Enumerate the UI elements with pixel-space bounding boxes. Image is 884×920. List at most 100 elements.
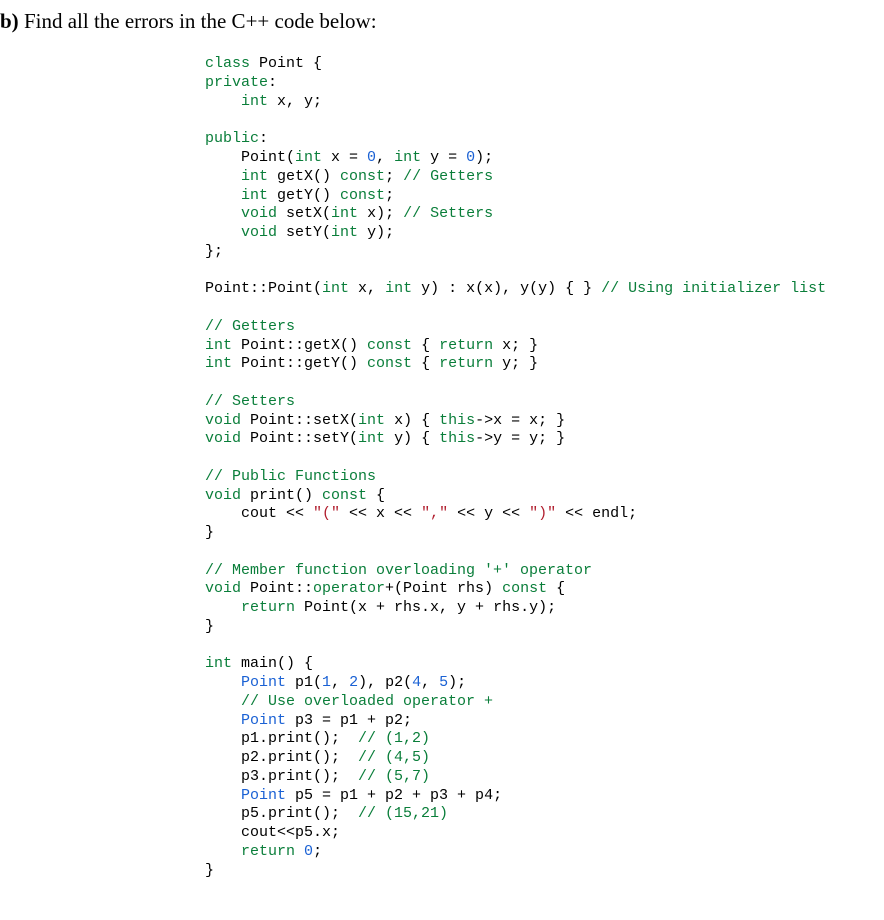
code-token: y) : x(x), y(y) { } [412,280,601,297]
code-token: class [205,55,250,72]
code-token: void [205,487,241,504]
code-token: p2.print(); [205,749,358,766]
code-token [205,843,241,860]
code-token: x = [322,149,367,166]
code-token: x; } [493,337,538,354]
code-token: Point::setX( [241,412,358,429]
code-token: : [268,74,277,91]
code-token: // Setters [205,393,295,410]
code-token: Point::setY( [241,430,358,447]
code-token: Point [241,787,286,804]
code-token: // (15,21) [358,805,448,822]
code-token: ); [448,674,466,691]
code-token: const [367,337,412,354]
code-token: this [439,430,475,447]
code-token: p1( [286,674,322,691]
code-token: int [331,205,358,222]
code-token: const [367,355,412,372]
code-token: main() { [232,655,313,672]
code-token [205,168,241,185]
code-token: void [241,205,277,222]
code-token: // (4,5) [358,749,430,766]
code-token: int [358,412,385,429]
code-token: int [322,280,349,297]
code-token: x, y; [268,93,322,110]
code-token: int [205,355,232,372]
question-prompt: b) Find all the errors in the C++ code b… [0,8,884,35]
code-token: this [439,412,475,429]
code-token: Point::getY() [232,355,367,372]
code-token: ")" [529,505,556,522]
code-token: Point { [250,55,322,72]
code-token [205,693,241,710]
code-token: p5 = p1 + p2 + p3 + p4; [286,787,502,804]
code-token: y; } [493,355,538,372]
code-token: const [502,580,547,597]
code-token: ; [385,187,394,204]
code-token: return [439,337,493,354]
code-token: int [205,655,232,672]
code-token: // (1,2) [358,730,430,747]
code-token: int [295,149,322,166]
code-token: ); [475,149,493,166]
code-token: Point( [205,149,295,166]
code-token: 1 [322,674,331,691]
code-token: { [412,355,439,372]
code-token: << y << [448,505,529,522]
code-token: int [241,93,268,110]
code-token: 4 [412,674,421,691]
code-token: void [205,430,241,447]
code-token [205,599,241,616]
code-token: 0 [367,149,376,166]
code-token [205,187,241,204]
code-token: const [340,168,385,185]
code-token: { [547,580,565,597]
code-block: class Point { private: int x, y; public:… [205,55,884,880]
code-token: p1.print(); [205,730,358,747]
code-token [205,93,241,110]
code-token: ; [313,843,322,860]
code-token: Point::Point( [205,280,322,297]
code-token: 5 [439,674,448,691]
code-token: Point(x + rhs.x, y + rhs.y); [295,599,556,616]
code-token: return [241,599,295,616]
code-token: << endl; [556,505,637,522]
code-token: int [385,280,412,297]
code-token: // Setters [403,205,493,222]
code-token [295,843,304,860]
code-token: int [331,224,358,241]
code-token: // Getters [403,168,493,185]
code-token: void [241,224,277,241]
code-token: 2 [349,674,358,691]
code-token: "(" [313,505,340,522]
code-token: Point [241,674,286,691]
code-token: }; [205,243,223,260]
code-token: int [241,187,268,204]
code-token: , [376,149,394,166]
code-token [205,674,241,691]
code-token: { [367,487,385,504]
code-token: { [412,337,439,354]
code-token: // Getters [205,318,295,335]
code-token [205,224,241,241]
code-token: +(Point rhs) [385,580,502,597]
code-token: void [205,412,241,429]
code-token: // Use overloaded operator + [241,693,493,710]
code-token: y); [358,224,394,241]
code-token: p5.print(); [205,805,358,822]
code-token: int [358,430,385,447]
code-token: return [241,843,295,860]
code-token: operator [313,580,385,597]
code-token: x) { [385,412,439,429]
code-token: // Member function overloading '+' opera… [205,562,592,579]
code-token: int [241,168,268,185]
code-token: ), p2( [358,674,412,691]
code-token: p3 = p1 + p2; [286,712,412,729]
code-token: setY( [277,224,331,241]
code-token: // (5,7) [358,768,430,785]
code-token: } [205,524,214,541]
code-token: } [205,862,214,879]
code-token [205,205,241,222]
code-token: // Using initializer list [601,280,826,297]
code-token: int [205,337,232,354]
